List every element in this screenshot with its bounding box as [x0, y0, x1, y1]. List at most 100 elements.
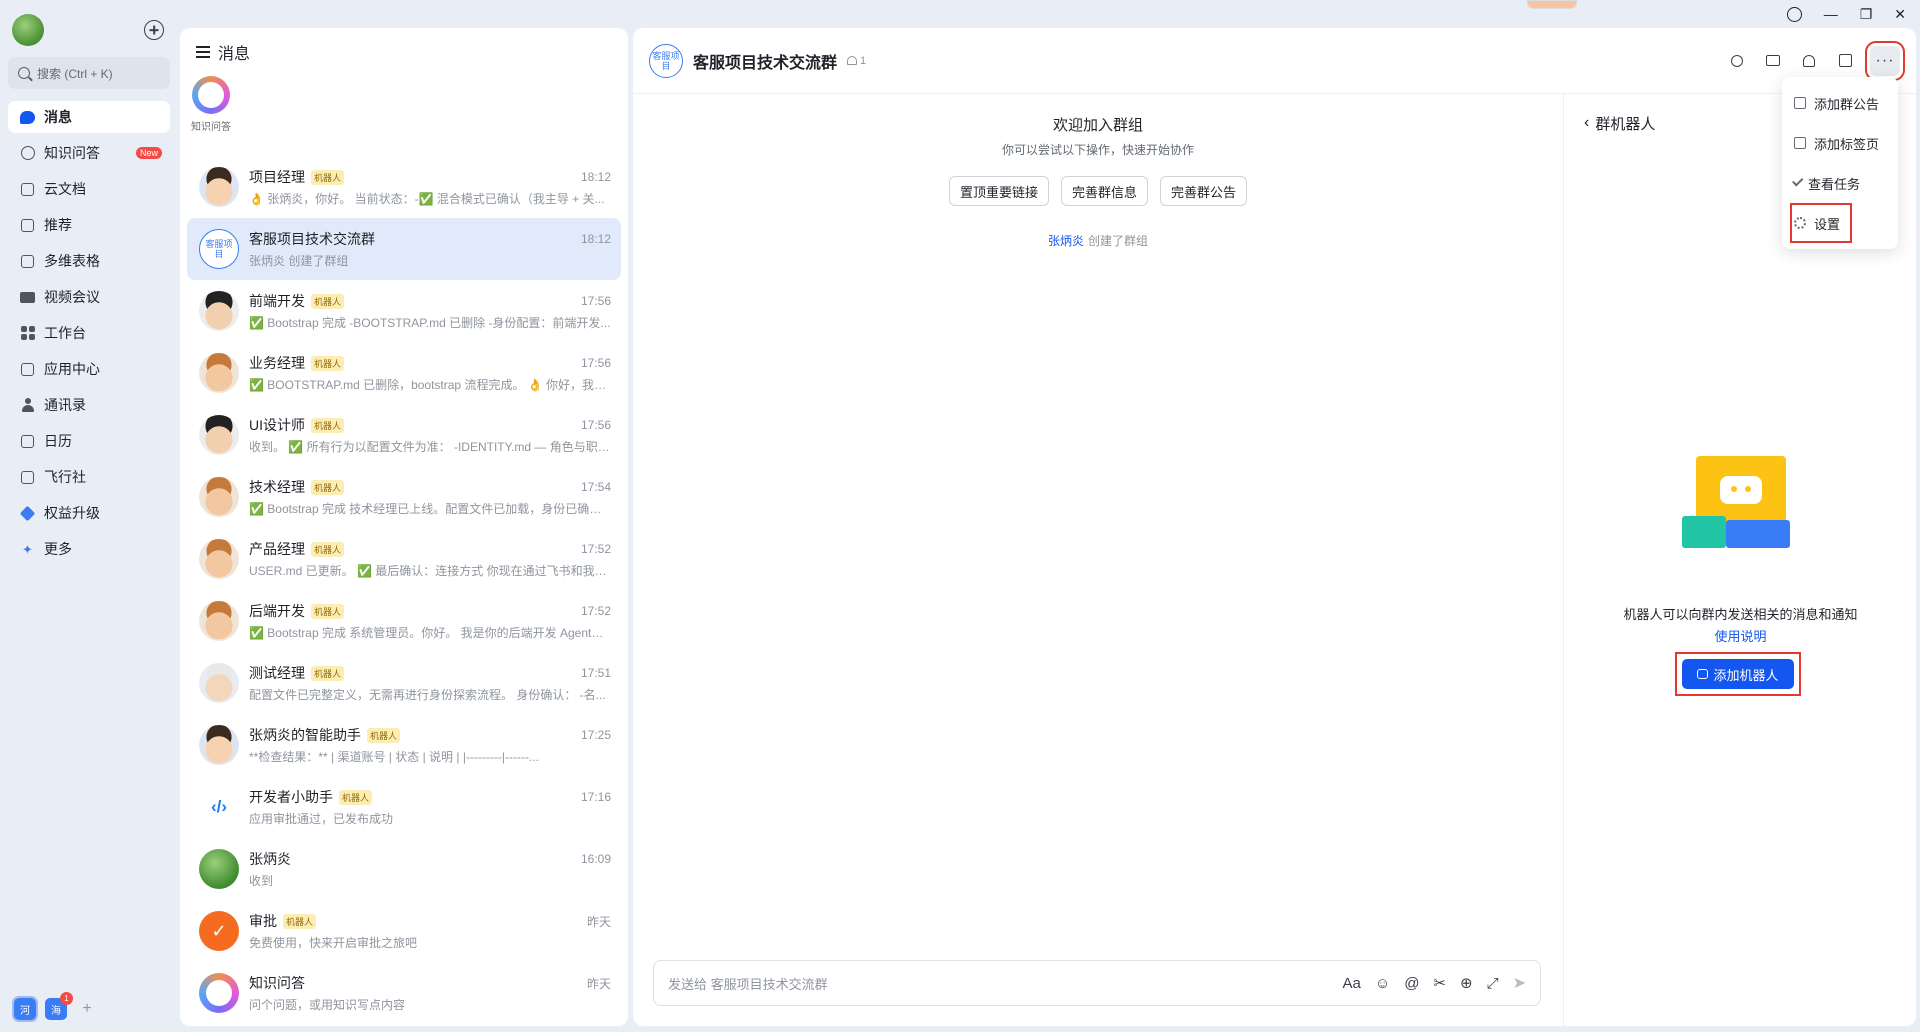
list-item[interactable]: ‹/› 开发者小助手 机器人 17:16 应用审批通过，已发布成功 [187, 776, 621, 838]
avatar[interactable] [12, 14, 44, 46]
chat-header: 客服项目 客服项目技术交流群 1 ··· [633, 28, 1916, 94]
pin-link-button[interactable]: 置顶重要链接 [948, 176, 1049, 206]
chat-item-body: 测试经理 机器人 17:51 配置文件已完整定义，无需再进行身份探索流程。 身份确认：… [249, 663, 611, 703]
sidebar-item-messages[interactable]: 消息 [8, 101, 170, 133]
list-item[interactable]: 知识问答 昨天 问个问题，或用知识写点内容 [187, 962, 621, 1024]
workspace-item[interactable]: 海1 [45, 992, 73, 1020]
back-icon[interactable]: ‹ [1584, 114, 1589, 132]
sidebar-item-docs[interactable]: 云文档 [8, 173, 170, 205]
video-icon [20, 290, 35, 305]
window-drag-handle[interactable] [1527, 0, 1577, 9]
sidebar-item-label: 知识问答 [44, 145, 100, 161]
sidebar-item-label: 日历 [44, 433, 72, 449]
chat-name: 业务经理 [249, 355, 305, 371]
chat-list: 项目经理 机器人 18:12 👌 张炳炎，你好。 当前状态：-✅ 混合模式已确认（我主… [180, 156, 628, 1024]
timestamp: 17:56 [580, 418, 611, 432]
list-item[interactable]: ✓ 审批 机器人 昨天 免费使用，快来开启审批之旅吧 [187, 900, 621, 962]
chat-title[interactable]: 客服项目技术交流群 [693, 49, 837, 73]
list-item[interactable]: 项目经理 机器人 18:12 👌 张炳炎，你好。 当前状态：-✅ 混合模式已确认（我主… [187, 156, 621, 218]
menu-item-tasks[interactable]: 查看任务 [1782, 163, 1898, 203]
minimize-button[interactable]: — [1824, 6, 1838, 22]
chat-name: 张炳炎 [249, 851, 291, 867]
user-link[interactable]: 张炳炎 [1048, 234, 1084, 248]
knowledge-icon [20, 146, 35, 161]
group-info-button[interactable]: 完善群信息 [1060, 176, 1148, 206]
chat-item-header: UI设计师 机器人 17:56 [249, 415, 611, 435]
list-item[interactable]: 产品经理 机器人 17:52 USER.md 已更新。 ✅ 最后确认：连接方式 你现在… [187, 528, 621, 590]
list-item[interactable]: 客服项目 客服项目技术交流群 18:12 张炳炎 创建了群组 [187, 218, 621, 280]
add-bot-button[interactable]: 添加机器人 [1682, 659, 1794, 689]
sidebar-item-workplace[interactable]: 工作台 [8, 317, 170, 349]
chat-item-body: 技术经理 机器人 17:54 ✅ Bootstrap 完成 技术经理已上线。配置文件已… [249, 477, 611, 517]
sidebar-item-label: 通讯录 [44, 397, 86, 413]
chat-item-header: 技术经理 机器人 17:54 [249, 477, 611, 497]
timestamp: 17:52 [580, 542, 611, 556]
sidebar-item-calendar[interactable]: 日历 [8, 425, 170, 457]
list-item[interactable]: 张炳炎的智能助手 机器人 17:25 **检查结果：** | 渠道账号 | 状态 | … [187, 714, 621, 776]
group-notice-button[interactable]: 完善群公告 [1160, 176, 1248, 206]
sidebar-item-contacts[interactable]: 通讯录 [8, 389, 170, 421]
add-member-button[interactable] [1798, 50, 1820, 72]
window-controls: — ❐ ✕ [1786, 3, 1906, 25]
expand-icon[interactable]: ⤢ [1487, 975, 1499, 992]
emoji-icon[interactable]: ☺ [1375, 975, 1390, 992]
sidebar-item-knowledge[interactable]: 知识问答 New [8, 137, 170, 169]
usage-guide-link[interactable]: 使用说明 [1564, 626, 1916, 645]
list-item[interactable]: 张炳炎 16:09 收到 [187, 838, 621, 900]
mention-icon[interactable]: @ [1404, 975, 1419, 992]
create-icon[interactable] [144, 20, 164, 40]
sidebar-item-club[interactable]: 飞行社 [8, 461, 170, 493]
list-item[interactable]: 测试经理 机器人 17:51 配置文件已完整定义，无需再进行身份探索流程。 身份确认：… [187, 652, 621, 714]
list-item[interactable]: 技术经理 机器人 17:54 ✅ Bootstrap 完成 技术经理已上线。配置文件已… [187, 466, 621, 528]
add-workspace-button[interactable]: + [76, 1000, 98, 1018]
sidebar-item-label: 推荐 [44, 217, 72, 233]
sidebar-item-app-center[interactable]: 应用中心 [8, 353, 170, 385]
history-icon[interactable] [1786, 6, 1802, 22]
send-icon[interactable]: ➤ [1513, 973, 1526, 993]
sidebar-item-recommend[interactable]: 推荐 [8, 209, 170, 241]
timestamp: 17:56 [580, 294, 611, 308]
screenshot-icon[interactable]: ✂ [1433, 974, 1446, 992]
avatar [199, 291, 239, 331]
pinned-item[interactable]: 知识问答 [188, 76, 234, 133]
restore-button[interactable]: ❐ [1860, 6, 1873, 23]
sidebar-item-upgrade[interactable]: 权益升级 [8, 497, 170, 529]
workspace-item[interactable]: 河 [12, 996, 38, 1022]
timestamp: 17:25 [580, 728, 611, 742]
menu-item-settings[interactable]: 设置 [1790, 203, 1852, 243]
add-attachment-icon[interactable]: ⊕ [1460, 974, 1473, 992]
close-button[interactable]: ✕ [1894, 6, 1906, 23]
sidebar-item-base[interactable]: 多维表格 [8, 245, 170, 277]
list-item[interactable]: 前端开发 机器人 17:56 ✅ Bootstrap 完成 -BOOTSTRAP.md… [187, 280, 621, 342]
menu-item-add-tab[interactable]: 添加标签页 [1782, 123, 1898, 163]
search-chat-button[interactable] [1726, 50, 1748, 72]
bot-badge: 机器人 [311, 293, 345, 309]
video-call-button[interactable] [1762, 50, 1784, 72]
list-item[interactable]: 业务经理 机器人 17:56 ✅ BOOTSTRAP.md 已删除，bootstrap… [187, 342, 621, 404]
avatar [199, 601, 239, 641]
avatar [199, 849, 239, 889]
list-item[interactable]: UI设计师 机器人 17:56 收到。 ✅ 所有行为以配置文件为准： -IDENTIT… [187, 404, 621, 466]
more-button[interactable]: ··· [1865, 40, 1905, 81]
group-avatar[interactable]: 客服项目 [649, 43, 683, 78]
menu-item-add-notice[interactable]: 添加群公告 [1782, 83, 1898, 123]
list-item[interactable]: 后端开发 机器人 17:52 ✅ Bootstrap 完成 系统管理员。你好。 我是你… [187, 590, 621, 652]
member-count[interactable]: 1 [847, 55, 866, 67]
table-icon [20, 254, 35, 269]
bot-badge: 机器人 [311, 355, 345, 371]
nav-list: 消息 知识问答 New 云文档 推荐 多维表格 视频会议 工作台 应用中心 通讯… [8, 101, 170, 565]
format-icon[interactable]: Aa [1343, 975, 1361, 992]
sidebar-item-more[interactable]: ✦ 更多 [8, 533, 170, 565]
message-input[interactable]: 发送给 客服项目技术交流群 Aa ☺ @ ✂ ⊕ ⤢ ➤ [653, 960, 1541, 1006]
timestamp: 17:51 [580, 666, 611, 680]
chat-item-header: 知识问答 昨天 [249, 973, 611, 993]
list-menu-icon[interactable] [196, 46, 210, 58]
last-message: ✅ Bootstrap 完成 技术经理已上线。配置文件已加载，身份已确认... [249, 502, 611, 516]
calendar-button[interactable] [1834, 50, 1856, 72]
search-placeholder: 搜索 (Ctrl + K) [37, 66, 113, 81]
more-apps-icon: ✦ [22, 541, 33, 557]
chat-name: 前端开发 [249, 293, 305, 309]
header-tools: ··· [1726, 40, 1905, 81]
search-input[interactable]: 搜索 (Ctrl + K) [8, 57, 170, 89]
sidebar-item-meeting[interactable]: 视频会议 [8, 281, 170, 313]
